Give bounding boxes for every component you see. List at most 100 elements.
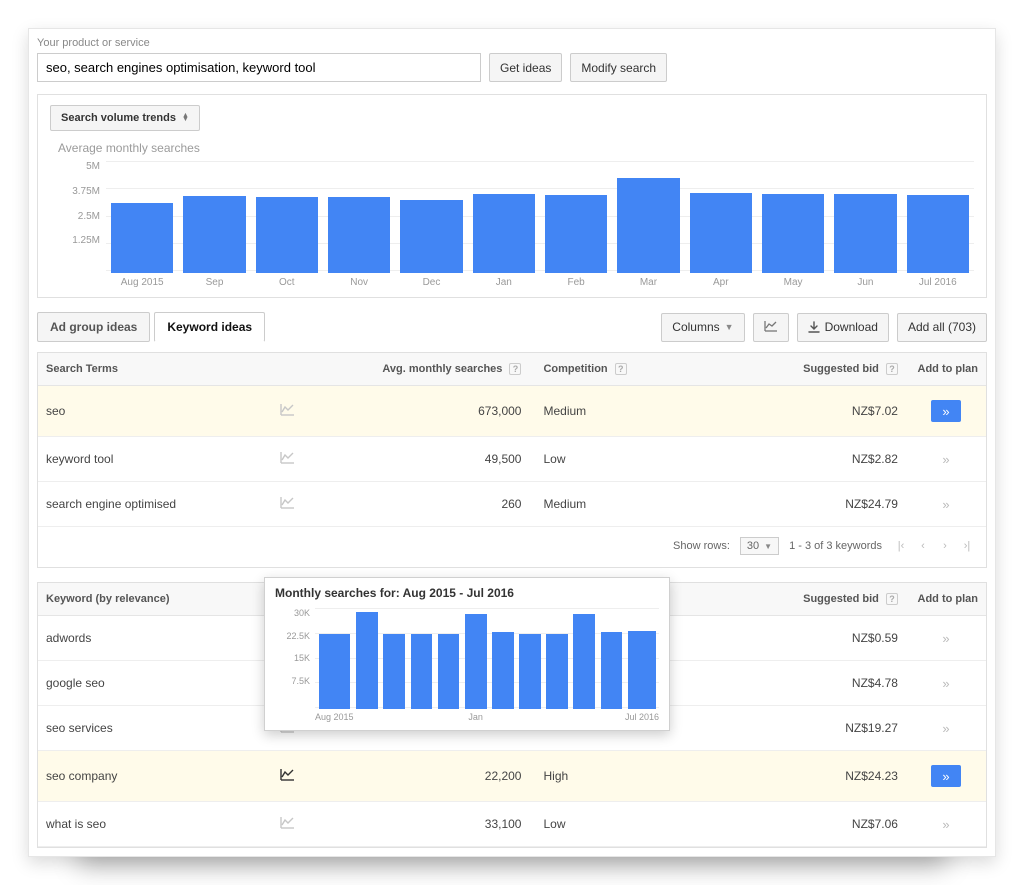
get-ideas-button[interactable]: Get ideas — [489, 53, 562, 82]
bar[interactable] — [473, 194, 535, 273]
trend-chart-icon[interactable] — [280, 452, 295, 467]
cell-bid: NZ$24.23 — [718, 751, 906, 802]
bar — [383, 634, 405, 709]
cell-bid: NZ$24.79 — [718, 482, 906, 527]
modify-search-button[interactable]: Modify search — [570, 53, 667, 82]
add-to-plan-disabled: » — [942, 676, 949, 691]
page-first-icon[interactable]: |‹ — [892, 537, 910, 555]
tab-ad-group-ideas[interactable]: Ad group ideas — [37, 312, 150, 342]
search-label: Your product or service — [37, 37, 987, 49]
bar — [319, 634, 350, 709]
bar[interactable] — [183, 196, 245, 273]
bar[interactable] — [545, 195, 607, 273]
bar[interactable] — [690, 193, 752, 273]
cell-bid: NZ$0.59 — [718, 616, 906, 661]
cell-term: search engine optimised — [38, 482, 272, 527]
trend-chart-icon[interactable] — [280, 404, 295, 419]
download-icon — [808, 321, 820, 333]
chevron-down-icon: ▼ — [764, 542, 772, 551]
pager: Show rows: 30 ▼ 1 - 3 of 3 keywords |‹ ‹… — [38, 527, 986, 567]
chart-toggle-button[interactable] — [753, 313, 789, 342]
th-add-to-plan: Add to plan — [906, 353, 986, 386]
trend-dropdown-label: Search volume trends — [61, 112, 176, 124]
columns-dropdown[interactable]: Columns ▼ — [661, 313, 744, 342]
sort-icon: ▲▼ — [182, 114, 189, 122]
product-service-input[interactable] — [37, 53, 481, 82]
help-icon[interactable]: ? — [509, 363, 521, 375]
bar — [519, 634, 541, 709]
bar — [628, 631, 655, 709]
chart-icon — [764, 320, 778, 335]
bar[interactable] — [762, 194, 824, 273]
bar[interactable] — [111, 203, 173, 273]
bar[interactable] — [834, 194, 896, 273]
cell-searches: 673,000 — [320, 386, 529, 437]
cell-term: adwords — [38, 616, 272, 661]
help-icon[interactable]: ? — [615, 363, 627, 375]
bar — [573, 614, 595, 709]
th-avg-searches[interactable]: Avg. monthly searches ? — [320, 353, 529, 386]
cell-competition: Medium — [529, 482, 717, 527]
cell-searches: 260 — [320, 482, 529, 527]
cell-bid: NZ$4.78 — [718, 661, 906, 706]
table-row: what is seo 33,100 Low NZ$7.06 » — [38, 802, 986, 847]
bar[interactable] — [617, 178, 679, 273]
cell-competition: Low — [529, 437, 717, 482]
bar — [492, 632, 514, 709]
cell-competition: High — [529, 751, 717, 802]
trend-chart-icon[interactable] — [280, 817, 295, 832]
bar[interactable] — [328, 197, 390, 273]
add-to-plan-button[interactable]: » — [931, 400, 961, 422]
add-to-plan-disabled: » — [942, 452, 949, 467]
tooltip-title: Monthly searches for: Aug 2015 - Jul 201… — [275, 586, 659, 600]
search-terms-panel: Search Terms Avg. monthly searches ? Com… — [37, 352, 987, 568]
add-all-button[interactable]: Add all (703) — [897, 313, 987, 342]
chevron-down-icon: ▼ — [725, 322, 734, 332]
add-to-plan-disabled: » — [942, 721, 949, 736]
trends-panel: Search volume trends ▲▼ Average monthly … — [37, 94, 987, 298]
keyword-ideas-panel: Keyword (by relevance) Suggested bid ? A… — [37, 582, 987, 848]
cell-term: google seo — [38, 661, 272, 706]
cell-bid: NZ$7.02 — [718, 386, 906, 437]
th-search-terms[interactable]: Search Terms — [38, 353, 272, 386]
cell-term: keyword tool — [38, 437, 272, 482]
bar[interactable] — [907, 195, 969, 273]
rows-per-page-select[interactable]: 30 ▼ — [740, 537, 779, 555]
cell-term: seo services — [38, 706, 272, 751]
help-icon[interactable]: ? — [886, 363, 898, 375]
table-row: seo company 22,200 High NZ$24.23 » — [38, 751, 986, 802]
cell-searches: 33,100 — [320, 802, 529, 847]
trend-chart-icon[interactable] — [280, 497, 295, 512]
pager-summary: 1 - 3 of 3 keywords — [789, 540, 882, 552]
page-prev-icon[interactable]: ‹ — [914, 537, 932, 555]
bar — [465, 614, 487, 709]
add-to-plan-button[interactable]: » — [931, 765, 961, 787]
trend-dropdown[interactable]: Search volume trends ▲▼ — [50, 105, 200, 131]
th-suggested-bid[interactable]: Suggested bid ? — [718, 353, 906, 386]
bar — [411, 634, 433, 709]
tab-keyword-ideas[interactable]: Keyword ideas — [154, 312, 265, 342]
bar — [356, 612, 378, 709]
download-button[interactable]: Download — [797, 313, 889, 342]
bar[interactable] — [400, 200, 462, 273]
cell-term: what is seo — [38, 802, 272, 847]
tooltip-bar-chart: 30K22.5K15K7.5K0 Aug 2015JanJul 2016 — [275, 608, 659, 724]
cell-bid: NZ$2.82 — [718, 437, 906, 482]
trend-chart-icon[interactable] — [280, 769, 295, 784]
keyword-planner-screen: Your product or service Get ideas Modify… — [28, 28, 996, 857]
th-keyword[interactable]: Keyword (by relevance) — [38, 583, 272, 616]
table-row: keyword tool 49,500 Low NZ$2.82 » — [38, 437, 986, 482]
th-suggested-bid-2[interactable]: Suggested bid ? — [718, 583, 906, 616]
cell-searches: 49,500 — [320, 437, 529, 482]
page-last-icon[interactable]: ›| — [958, 537, 976, 555]
th-competition[interactable]: Competition ? — [529, 353, 717, 386]
bar — [546, 634, 568, 709]
th-add-to-plan-2: Add to plan — [906, 583, 986, 616]
table-row: search engine optimised 260 Medium NZ$24… — [38, 482, 986, 527]
cell-competition: Medium — [529, 386, 717, 437]
cell-term: seo — [38, 386, 272, 437]
bar[interactable] — [256, 197, 318, 273]
page-next-icon[interactable]: › — [936, 537, 954, 555]
cell-bid: NZ$19.27 — [718, 706, 906, 751]
help-icon[interactable]: ? — [886, 593, 898, 605]
